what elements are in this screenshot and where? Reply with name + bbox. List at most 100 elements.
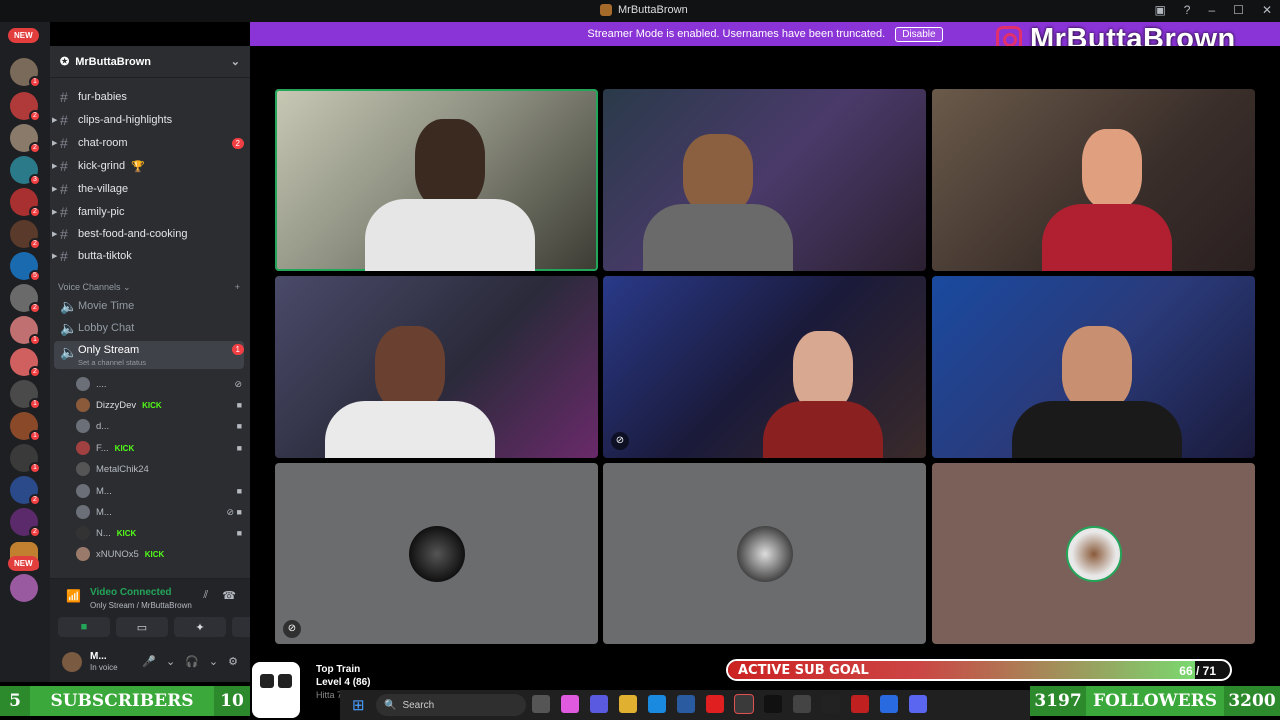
voice-status-subtitle: Only Stream / MrButtaBrown (90, 601, 192, 610)
close-button[interactable]: ✕ (1262, 3, 1272, 17)
maximize-button[interactable]: ☐ (1233, 3, 1244, 17)
voice-user[interactable]: .... ⊘ (76, 375, 242, 393)
avatar (736, 525, 793, 582)
voice-channel-movie-time[interactable]: 🔈 Movie Time (54, 296, 244, 316)
video-tile[interactable] (932, 276, 1255, 458)
teams-icon[interactable] (590, 695, 608, 713)
youtube-icon[interactable] (706, 695, 724, 713)
task-view-icon[interactable] (532, 695, 550, 713)
app-icon[interactable] (880, 695, 898, 713)
file-explorer-icon[interactable] (619, 695, 637, 713)
server-icon[interactable]: 1 (10, 380, 41, 410)
server-icon[interactable]: 1 (10, 58, 41, 88)
server-icon[interactable]: 1 (10, 316, 41, 346)
game-icon[interactable] (822, 695, 840, 713)
video-tile[interactable] (932, 89, 1255, 271)
windows-start-icon[interactable]: ⊞ (352, 696, 365, 714)
server-icon[interactable]: 1 (10, 412, 41, 442)
user-status: In voice (90, 663, 118, 672)
server-icon[interactable] (10, 574, 38, 602)
user-controls: 🎤 ⌄ 🎧 ⌄ ⚙ (142, 655, 238, 668)
voice-channel-lobby-chat[interactable]: 🔈 Lobby Chat (54, 318, 244, 338)
channel-kick-grind[interactable]: ▶ # kick-grind 🏆 (52, 156, 244, 176)
copilot-icon[interactable] (561, 695, 579, 713)
channel-chat-room[interactable]: ▶ # chat-room 2 (52, 133, 244, 153)
hash-icon: # (60, 89, 68, 105)
server-icon[interactable]: 2 (10, 124, 41, 154)
channel-family-pic[interactable]: ▶ # family-pic (52, 202, 244, 222)
voice-channels-header[interactable]: Voice Channels ⌄ + (58, 282, 240, 293)
video-tile[interactable] (603, 463, 926, 644)
disable-streamer-mode-button[interactable]: Disable (895, 26, 943, 42)
video-tile[interactable] (932, 463, 1255, 644)
microphone-icon[interactable]: 🎤 (142, 655, 156, 668)
server-icon[interactable]: 2 (10, 508, 41, 538)
participant-video (415, 119, 485, 209)
server-icon[interactable]: 2 (10, 348, 41, 378)
participant-video (325, 401, 495, 458)
taskbar-search[interactable]: 🔍 Search (376, 694, 526, 716)
muted-icon: ⊘ (611, 432, 629, 450)
gear-icon[interactable]: ⚙ (228, 655, 238, 668)
disconnect-icon[interactable]: ☎ (222, 589, 236, 602)
camera-button[interactable]: ■ (58, 617, 110, 637)
avatar (76, 547, 90, 561)
app-icon[interactable] (851, 695, 869, 713)
voice-channel-only-stream[interactable]: 🔈 Only Stream 1 Set a channel status (54, 341, 244, 369)
minimize-button[interactable]: – (1208, 3, 1215, 17)
voice-user[interactable]: N... KICK ■ (76, 524, 242, 542)
collapse-arrow-icon: ▶ (52, 209, 58, 216)
voice-user[interactable]: DizzyDev KICK ■ (76, 396, 242, 414)
server-list: 1 2 2 3 2 2 5 2 1 2 1 1 1 2 2 4 (0, 22, 50, 682)
server-icon[interactable]: 2 (10, 188, 41, 218)
terminal-icon[interactable] (734, 694, 754, 714)
server-icon[interactable]: 3 (10, 156, 41, 186)
add-channel-icon[interactable]: + (235, 282, 240, 293)
channel-the-village[interactable]: ▶ # the-village (52, 179, 244, 199)
video-tile[interactable] (275, 276, 598, 458)
video-tile[interactable]: ⊘ (603, 276, 926, 458)
noise-suppression-icon[interactable]: ⫽ (203, 589, 208, 602)
collapse-arrow-icon: ▶ (52, 163, 58, 170)
activities-button[interactable]: ✦ (174, 617, 226, 637)
store-icon[interactable] (677, 695, 695, 713)
video-tile[interactable] (603, 89, 926, 271)
voice-user[interactable]: d... ■ (76, 417, 242, 435)
channel-clips-and-highlights[interactable]: ▶ # clips-and-highlights (52, 110, 244, 130)
kick-badge: KICK (142, 400, 162, 410)
discord-icon[interactable] (909, 695, 927, 713)
chevron-down-icon[interactable]: ⌄ (166, 655, 175, 668)
voice-user[interactable]: M... ⊘ ■ (76, 503, 242, 521)
server-icon[interactable]: 5 (10, 252, 41, 282)
user-panel: M... In voice 🎤 ⌄ 🎧 ⌄ ⚙ (50, 642, 250, 682)
server-icon[interactable]: 1 (10, 444, 41, 474)
channel-status-hint[interactable]: Set a channel status (78, 358, 146, 367)
avatar[interactable] (62, 652, 82, 672)
inbox-icon[interactable]: ▣ (1154, 3, 1165, 17)
voice-user[interactable]: F... KICK ■ (76, 439, 242, 457)
speaker-icon: 🔈 (60, 297, 78, 314)
video-tile[interactable]: ⊘ (275, 463, 598, 644)
chevron-down-icon[interactable]: ⌄ (209, 655, 218, 668)
server-icon[interactable]: 2 (10, 284, 41, 314)
voice-user[interactable]: xNUNOx5 KICK (76, 545, 242, 563)
server-icon[interactable]: 2 (10, 220, 41, 250)
video-tile[interactable] (275, 89, 598, 271)
screen-share-button[interactable]: ▭ (116, 617, 168, 637)
obs-icon[interactable] (793, 695, 811, 713)
edge-icon[interactable] (648, 695, 666, 713)
headphones-icon[interactable]: 🎧 (185, 655, 199, 668)
tiktok-icon[interactable] (764, 695, 782, 713)
voice-user[interactable]: M... ■ (76, 482, 242, 500)
server-icon[interactable]: 2 (10, 92, 41, 122)
voice-connection-panel: 📶 Video Connected Only Stream / MrButtaB… (50, 578, 284, 642)
server-header[interactable]: ✪ MrButtaBrown ⌄ (50, 46, 250, 78)
help-icon[interactable]: ? (1184, 3, 1191, 17)
hash-icon: # (60, 181, 68, 197)
channel-fur-babies[interactable]: # fur-babies (54, 87, 244, 107)
channel-butta-tiktok[interactable]: ▶ # butta-tiktok (52, 246, 244, 266)
server-icon[interactable]: 2 (10, 476, 41, 506)
subscriber-goal: 10 (214, 686, 250, 716)
channel-best-food-and-cooking[interactable]: ▶ # best-food-and-cooking (52, 224, 244, 244)
voice-user[interactable]: MetalChik24 (76, 460, 242, 478)
